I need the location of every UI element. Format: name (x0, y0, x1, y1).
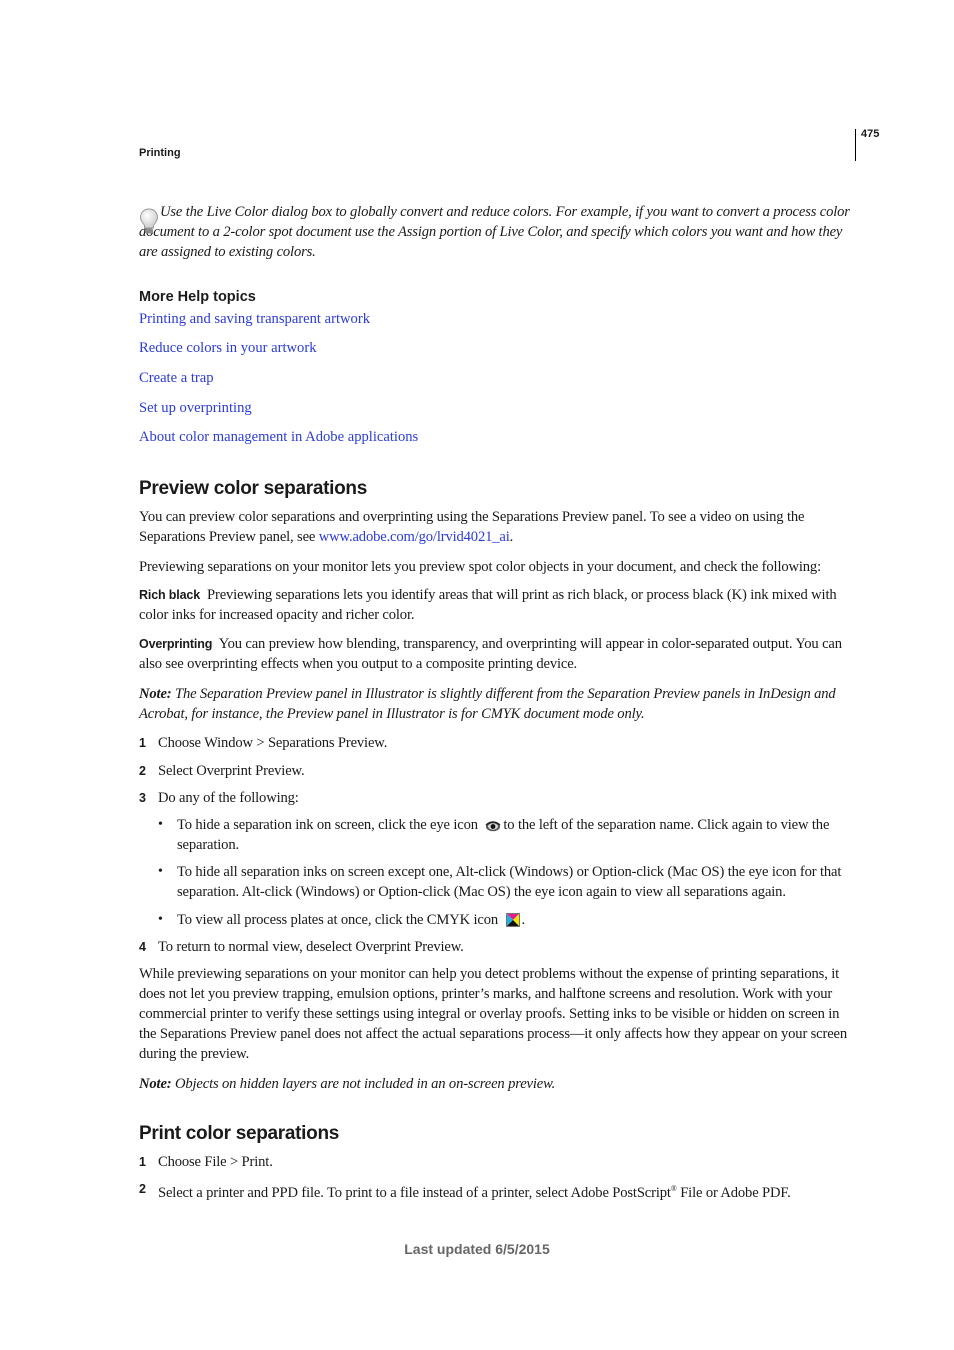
last-updated: Last updated 6/5/2015 (404, 1241, 550, 1257)
help-link-overprinting[interactable]: Set up overprinting (139, 400, 252, 417)
help-link-reduce-colors[interactable]: Reduce colors in your artwork (139, 340, 317, 357)
running-head: Printing (139, 147, 181, 159)
print-step-2: 2 Select a printer and PPD file. To prin… (139, 1179, 851, 1203)
step-text: To return to normal view, deselect Overp… (158, 939, 464, 955)
step-number: 1 (139, 1155, 146, 1169)
note-label: Note: (139, 1076, 172, 1092)
tip-text: Use the Live Color dialog box to globall… (139, 204, 850, 260)
step-text-cont: File or Adobe PDF. (676, 1184, 791, 1201)
step-text: Select Overprint Preview. (158, 763, 305, 779)
cmyk-icon (505, 913, 520, 927)
check-text: Previewing separations on your monitor l… (139, 559, 821, 575)
bullet-text: To hide all separation inks on screen ex… (177, 864, 842, 900)
step-number: 3 (139, 791, 146, 805)
bullet-hide-all: • To hide all separation inks on screen … (158, 862, 851, 902)
lightbulb-icon (139, 208, 159, 234)
term-rich-black: Rich black Previewing separations lets y… (139, 585, 851, 625)
step-2: 2 Select Overprint Preview. (139, 761, 851, 781)
bullet-dot: • (158, 912, 163, 927)
note-text: The Separation Preview panel in Illustra… (139, 686, 836, 722)
more-help-title: More Help topics (139, 289, 256, 305)
check-paragraph: Previewing separations on your monitor l… (139, 557, 851, 577)
step-text: Select a printer and PPD file. To print … (158, 1184, 671, 1201)
help-link-printing-transparent[interactable]: Printing and saving transparent artwork (139, 311, 370, 328)
help-link-color-management[interactable]: About color management in Adobe applicat… (139, 429, 418, 446)
step-number: 1 (139, 736, 146, 750)
term-overprinting: Overprinting You can preview how blendin… (139, 634, 851, 674)
bullet-text: To view all process plates at once, clic… (177, 912, 502, 928)
closing-text: While previewing separations on your mon… (139, 966, 848, 1062)
bullet-text-cont: . (521, 912, 526, 928)
note-text: Objects on hidden layers are not include… (171, 1076, 556, 1092)
step-4: 4 To return to normal view, deselect Ove… (139, 937, 851, 957)
step-3: 3 Do any of the following: (139, 788, 851, 808)
section-heading-preview: Preview color separations (139, 478, 367, 499)
closing-paragraph: While previewing separations on your mon… (139, 964, 851, 1064)
intro-period: . (509, 529, 514, 545)
note-label: Note: (139, 686, 172, 702)
page-number: 475 (861, 128, 880, 140)
bullet-dot: • (158, 817, 163, 832)
term-text: Previewing separations lets you identify… (139, 587, 837, 623)
step-text: Choose File > Print. (158, 1154, 273, 1170)
print-step-1: 1 Choose File > Print. (139, 1152, 851, 1172)
step-1: 1 Choose Window > Separations Preview. (139, 733, 851, 753)
bullet-dot: • (158, 864, 163, 879)
tip-block: Use the Live Color dialog box to globall… (139, 202, 851, 262)
term-label: Overprinting (139, 637, 213, 651)
video-link[interactable]: www.adobe.com/go/lrvid4021_ai (319, 529, 510, 545)
header-divider (855, 129, 856, 161)
note-cmyk-mode: Note: The Separation Preview panel in Il… (139, 684, 851, 724)
step-number: 4 (139, 940, 146, 954)
note-hidden-layers: Note: Objects on hidden layers are not i… (139, 1074, 851, 1094)
help-link-create-trap[interactable]: Create a trap (139, 370, 214, 387)
preview-intro: You can preview color separations and ov… (139, 507, 851, 547)
term-text: You can preview how blending, transparen… (139, 636, 842, 672)
section-heading-print: Print color separations (139, 1123, 340, 1144)
eye-icon (485, 821, 501, 832)
step-text: Do any of the following: (158, 790, 299, 806)
step-number: 2 (139, 764, 146, 778)
term-label: Rich black (139, 588, 201, 602)
bullet-cmyk: • To view all process plates at once, cl… (158, 910, 851, 930)
step-text: Choose Window > Separations Preview. (158, 735, 388, 751)
step-number: 2 (139, 1182, 146, 1196)
bullet-text: To hide a separation ink on screen, clic… (177, 817, 482, 833)
bullet-hide-ink: • To hide a separation ink on screen, cl… (158, 815, 851, 855)
